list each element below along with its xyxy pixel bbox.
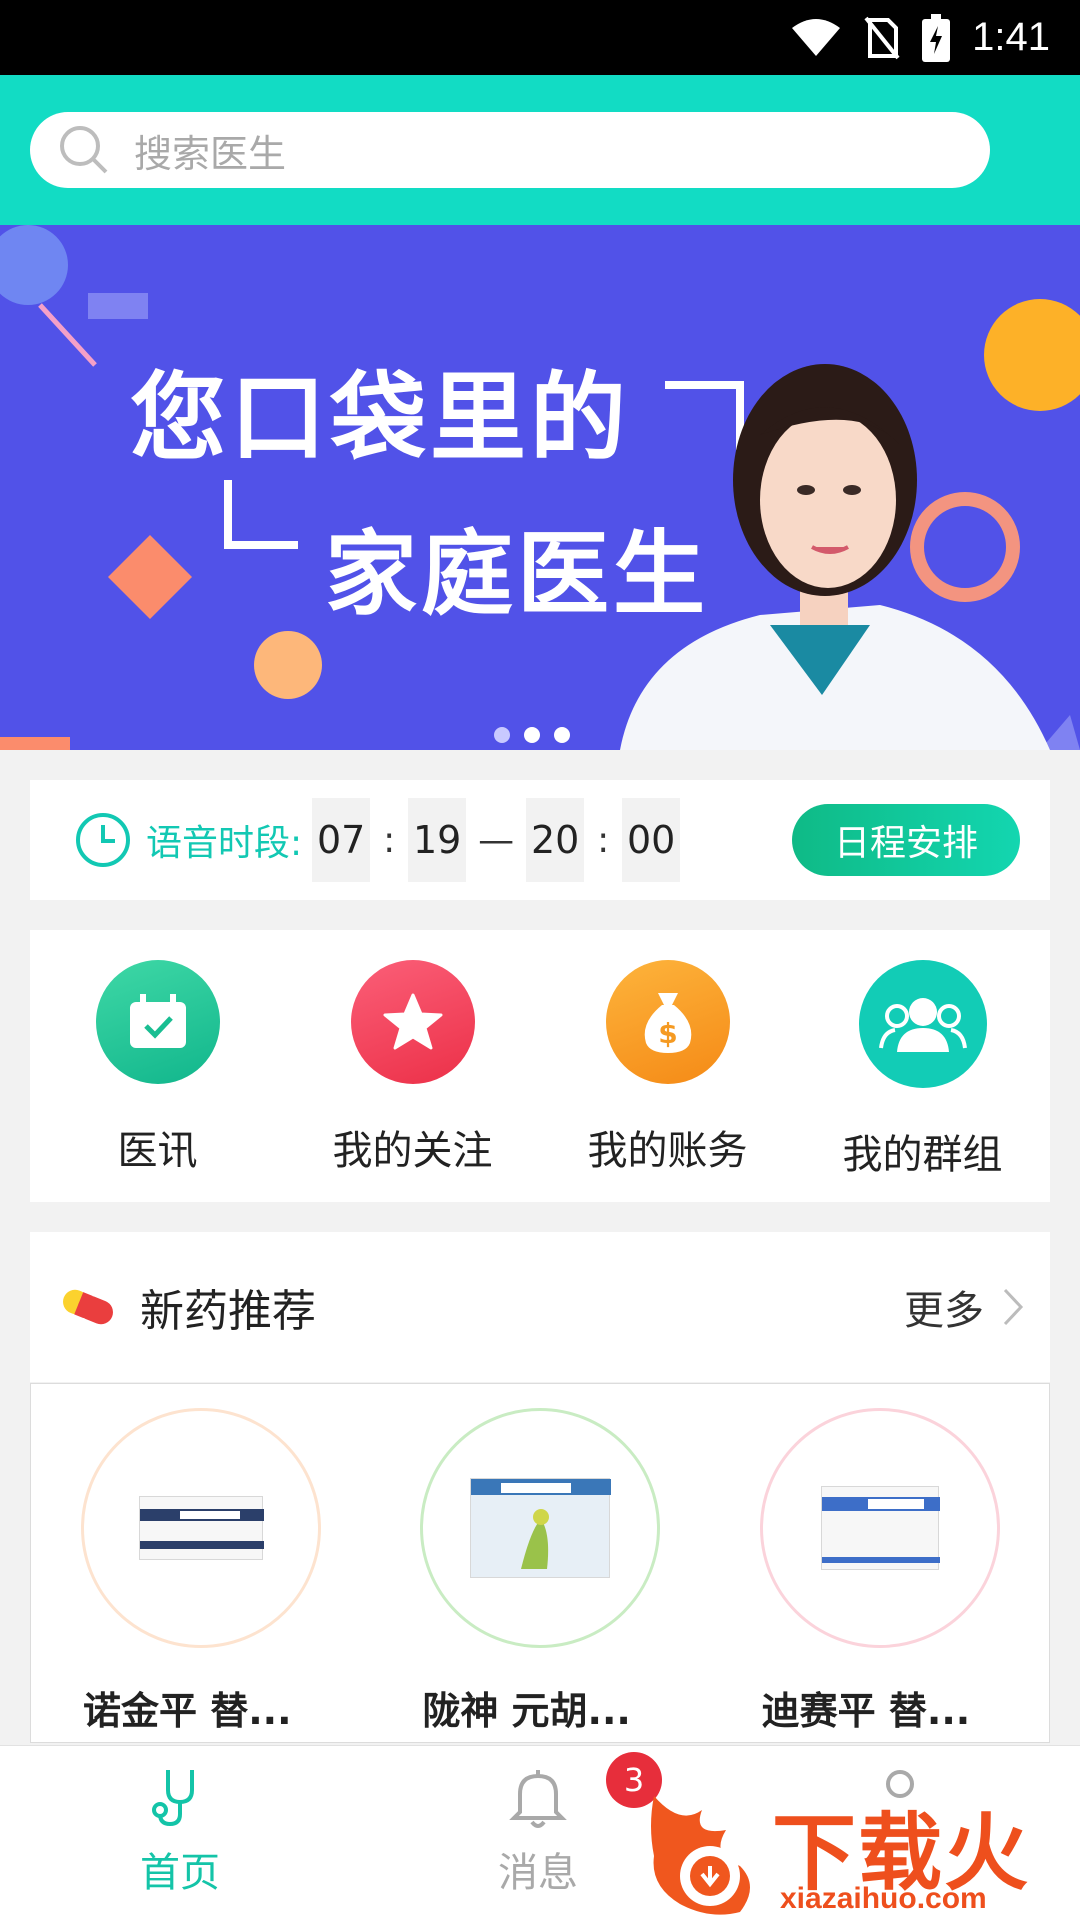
bell-icon: [509, 1770, 567, 1828]
section-title: 新药推荐: [140, 1286, 316, 1337]
watermark-logo: [651, 1796, 750, 1915]
watermark-url: xiazaihuo.com: [780, 1882, 987, 1915]
star-icon: [350, 960, 475, 1084]
drug-name: 诺金平 替...: [83, 1689, 292, 1733]
shortcut-label: 我的账务: [587, 1128, 748, 1174]
svg-text:$: $: [658, 1017, 677, 1050]
voice-slot-card: 语音时段: 07 : 19 — 20 : 00 日程安排: [30, 780, 1050, 900]
time-colon: :: [383, 819, 396, 861]
pager-dot: [494, 727, 510, 743]
schedule-button[interactable]: 日程安排: [792, 804, 1020, 876]
drug-package-image: [139, 1496, 264, 1560]
search-placeholder: 搜索医生: [134, 131, 287, 176]
drug-image-ring: [420, 1408, 661, 1648]
time-colon: :: [597, 819, 610, 861]
battery-charging-icon: [922, 13, 951, 62]
more-label: 更多: [904, 1288, 984, 1334]
status-bar: 1:41: [0, 0, 1080, 75]
drug-name: 迪赛平 替...: [761, 1689, 971, 1733]
promo-banner[interactable]: 您口袋里的 家庭医生: [0, 225, 1080, 750]
nav-messages-label: 消息: [498, 1850, 578, 1896]
drug-card[interactable]: 陇神 元胡...: [370, 1384, 709, 1742]
shortcut-label: 我的关注: [332, 1128, 493, 1174]
start-hour-picker[interactable]: 07: [312, 798, 371, 882]
voice-slot-label: 语音时段:: [146, 823, 303, 864]
group-icon: [858, 960, 987, 1088]
wifi-icon: [792, 18, 841, 56]
search-icon: [60, 126, 108, 174]
shortcut-grid: 医讯 我的关注 $ 我的账务 我的群组: [30, 930, 1050, 1202]
drug-image-ring: [759, 1408, 1000, 1648]
money-bag-icon: $: [605, 960, 730, 1084]
drug-package-image: [470, 1478, 612, 1578]
time-range-dash: —: [478, 819, 515, 861]
shortcut-news[interactable]: 医讯: [30, 930, 285, 1202]
stethoscope-icon: [152, 1770, 194, 1827]
nav-home[interactable]: 首页: [80, 1766, 280, 1898]
clock: 1:41: [972, 15, 1050, 59]
new-drugs-header: 新药推荐 更多: [30, 1232, 1050, 1382]
banner-decoration: [0, 225, 1080, 750]
pager-dot: [554, 727, 570, 743]
search-input[interactable]: 搜索医生: [30, 112, 990, 188]
end-minute-picker[interactable]: 00: [622, 798, 681, 882]
shortcut-follows[interactable]: 我的关注: [285, 930, 540, 1202]
shortcut-label: 我的群组: [842, 1132, 1003, 1178]
shortcut-accounts[interactable]: $ 我的账务: [540, 930, 795, 1202]
pager-dot: [524, 727, 540, 743]
calendar-check-icon: [95, 960, 220, 1084]
end-hour-picker[interactable]: 20: [526, 798, 585, 882]
drug-carousel: 诺金平 替... 陇神 元胡... 迪赛平 替...: [30, 1383, 1050, 1743]
search-header: 搜索医生: [0, 75, 1080, 225]
no-sim-icon: [864, 16, 900, 59]
drug-card[interactable]: 迪赛平 替...: [710, 1384, 1049, 1742]
more-link[interactable]: 更多: [904, 1232, 1024, 1382]
shortcut-groups[interactable]: 我的群组: [795, 930, 1050, 1202]
banner-pager: [494, 727, 570, 743]
banner-title-line1: 您口袋里的: [130, 362, 630, 474]
drug-name: 陇神 元胡...: [422, 1689, 631, 1733]
drug-card[interactable]: 诺金平 替...: [31, 1384, 370, 1742]
banner-title-line2: 家庭医生: [325, 521, 710, 628]
start-minute-picker[interactable]: 19: [408, 798, 467, 882]
shortcut-label: 医讯: [117, 1128, 198, 1174]
drug-package-image: [820, 1486, 940, 1570]
pill-icon: [63, 1289, 113, 1325]
clock-icon: [76, 813, 130, 867]
chevron-right-icon: [1003, 1288, 1024, 1326]
drug-image-ring: [81, 1408, 321, 1648]
watermark: 下载火 xiazaihuo.com: [640, 1786, 1080, 1920]
nav-home-label: 首页: [140, 1850, 220, 1896]
